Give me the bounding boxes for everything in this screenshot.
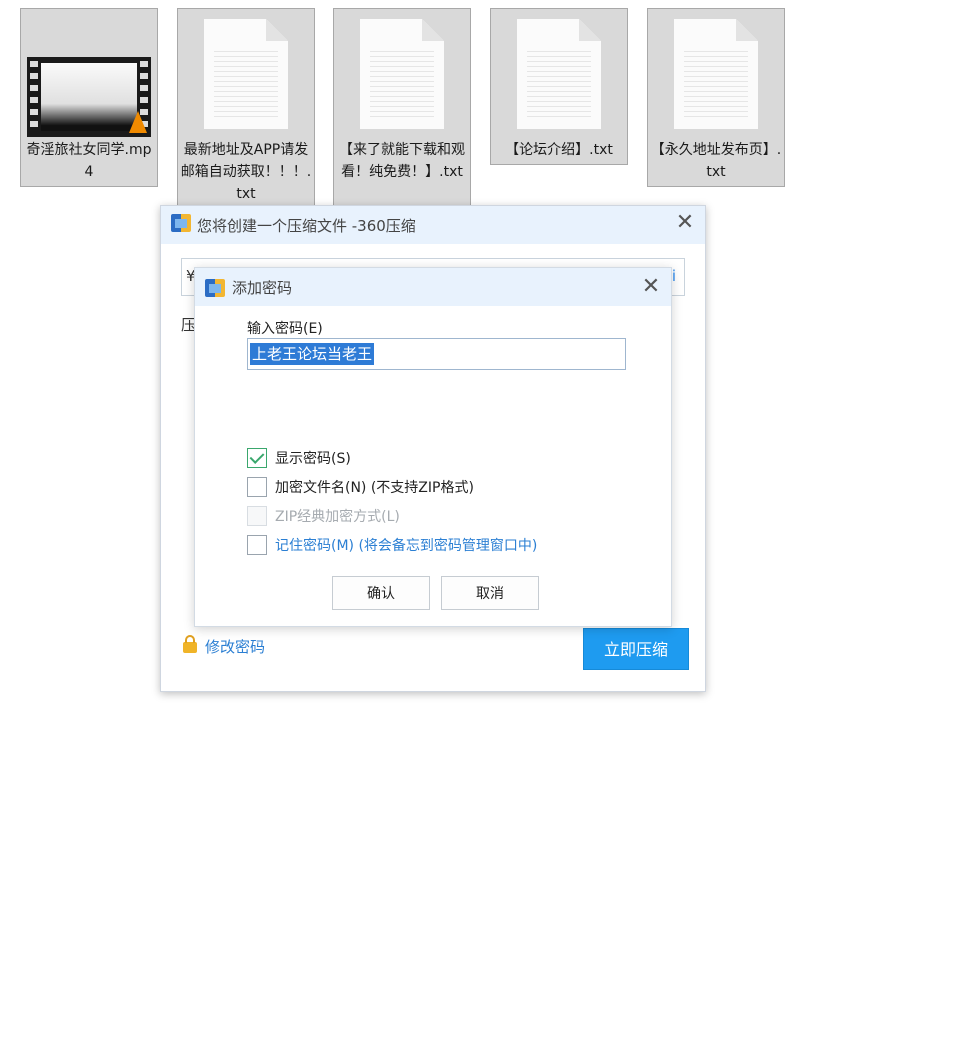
ok-button[interactable]: 确认 xyxy=(332,576,430,610)
show-password-label: 显示密码(S) xyxy=(275,451,351,467)
remember-password-checkbox[interactable] xyxy=(247,535,267,555)
text-file-icon xyxy=(491,9,627,137)
zip-classic-option: ZIP经典加密方式(L) xyxy=(247,506,400,528)
file-item-video[interactable]: 奇淫旅社女同学.mp4 xyxy=(20,8,158,187)
file-item-txt-2[interactable]: 【来了就能下载和观看！纯免费！】.txt xyxy=(333,8,471,208)
modify-password-label: 修改密码 xyxy=(205,638,266,656)
file-name: 奇淫旅社女同学.mp4 xyxy=(26,142,152,180)
zip-classic-checkbox xyxy=(247,506,267,526)
encrypt-filename-checkbox[interactable] xyxy=(247,477,267,497)
show-password-checkbox[interactable] xyxy=(247,448,267,468)
file-item-txt-3[interactable]: 【论坛介绍】.txt xyxy=(490,8,628,165)
password-label: 输入密码(E) xyxy=(247,321,323,337)
text-file-icon xyxy=(648,9,784,137)
password-dialog-title: 添加密码 xyxy=(232,279,293,297)
show-password-option[interactable]: 显示密码(S) xyxy=(247,448,351,470)
file-name: 最新地址及APP请发邮箱自动获取！！！.txt xyxy=(180,142,312,202)
modify-password-link[interactable]: 修改密码 xyxy=(183,635,266,657)
compress-now-button[interactable]: 立即压缩 xyxy=(583,628,689,670)
archive-app-icon xyxy=(205,279,225,297)
file-item-txt-4[interactable]: 【永久地址发布页】.txt xyxy=(647,8,785,187)
remember-password-option[interactable]: 记住密码(M) (将会备忘到密码管理窗口中) xyxy=(247,535,537,557)
add-password-dialog: 添加密码 ✕ 输入密码(E) 上老王论坛当老王 显示密码(S) 加密文件名(N)… xyxy=(194,267,672,627)
archive-app-icon xyxy=(171,214,191,232)
field-fragment-right: i xyxy=(671,267,676,285)
text-file-icon xyxy=(178,9,314,137)
file-name: 【论坛介绍】.txt xyxy=(505,142,613,158)
compress-dialog-title: 您将创建一个压缩文件 -360压缩 xyxy=(197,217,416,235)
password-value: 上老王论坛当老王 xyxy=(250,343,375,365)
password-input[interactable]: 上老王论坛当老王 xyxy=(247,338,626,370)
zip-classic-label: ZIP经典加密方式(L) xyxy=(275,509,400,525)
text-file-icon xyxy=(334,9,470,137)
video-file-icon xyxy=(21,9,157,137)
lock-icon xyxy=(183,635,197,653)
cancel-button[interactable]: 取消 xyxy=(441,576,539,610)
compress-dialog-titlebar: 您将创建一个压缩文件 -360压缩 ✕ xyxy=(161,206,705,244)
remember-password-label: 记住密码(M) (将会备忘到密码管理窗口中) xyxy=(275,538,538,554)
file-name: 【来了就能下载和观看！纯免费！】.txt xyxy=(339,142,465,180)
encrypt-filename-option[interactable]: 加密文件名(N) (不支持ZIP格式) xyxy=(247,477,474,499)
file-item-txt-1[interactable]: 最新地址及APP请发邮箱自动获取！！！.txt xyxy=(177,8,315,208)
password-dialog-titlebar: 添加密码 ✕ xyxy=(195,268,671,306)
close-icon[interactable]: ✕ xyxy=(673,212,697,236)
close-icon[interactable]: ✕ xyxy=(639,276,663,300)
file-name: 【永久地址发布页】.txt xyxy=(650,142,782,180)
encrypt-filename-label: 加密文件名(N) (不支持ZIP格式) xyxy=(275,480,474,496)
